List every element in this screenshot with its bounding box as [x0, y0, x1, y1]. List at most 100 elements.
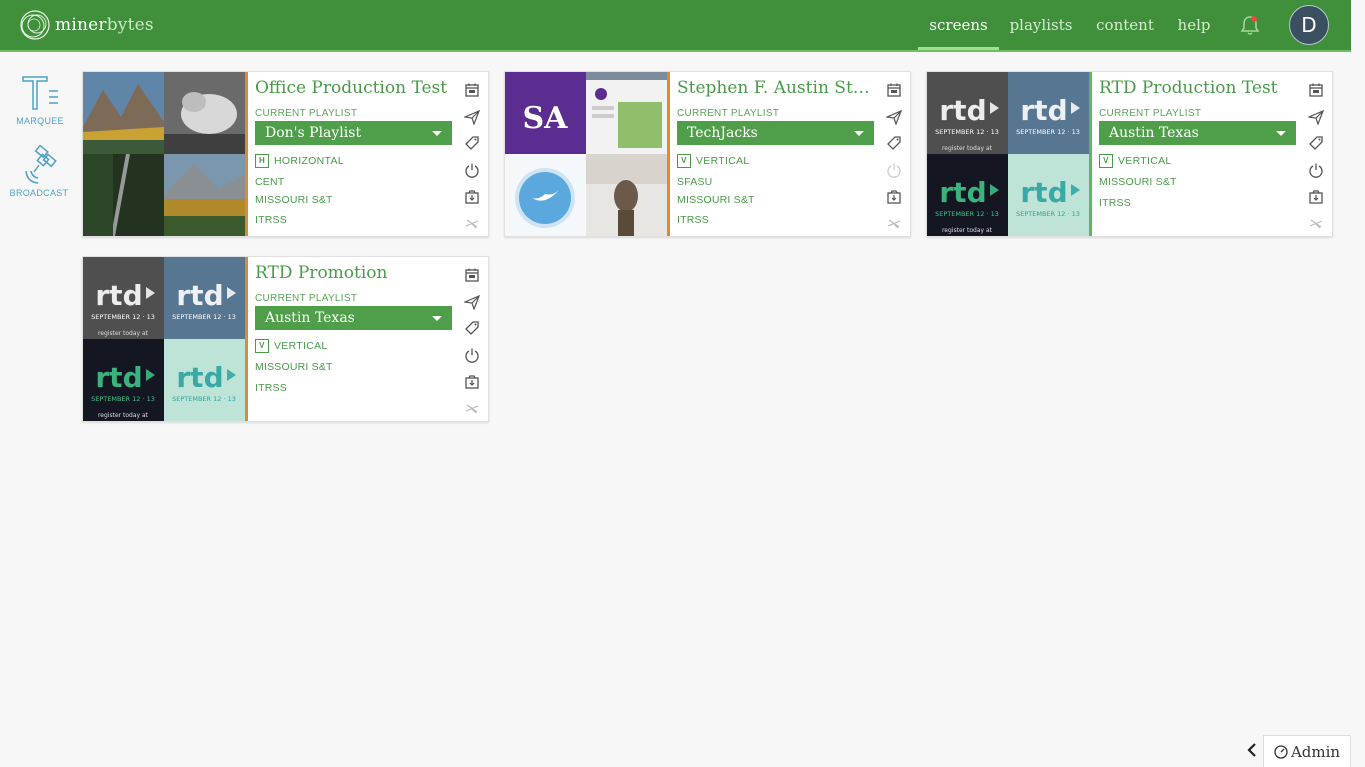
content-thumbnail	[505, 154, 586, 236]
send-paper-plane-icon[interactable]	[886, 109, 902, 125]
screen-title[interactable]: Office Production Test	[255, 78, 455, 98]
tag-icon[interactable]	[886, 135, 902, 151]
sidebar-marquee-label: MARQUEE	[16, 116, 64, 126]
svg-text:SEPTEMBER 12 · 13: SEPTEMBER 12 · 13	[1016, 128, 1080, 136]
mute-disabled-icon[interactable]	[1308, 215, 1324, 231]
content-thumbnail: rtd SEPTEMBER 12 · 13 register today at	[927, 154, 1008, 236]
screen-title[interactable]: RTD Promotion	[255, 263, 455, 283]
power-icon[interactable]	[464, 162, 480, 178]
orientation-label: HORIZONTAL	[274, 155, 344, 167]
screen-title[interactable]: RTD Production Test	[1099, 78, 1299, 98]
svg-text:rtd: rtd	[939, 94, 986, 127]
svg-text:SEPTEMBER 12 · 13: SEPTEMBER 12 · 13	[172, 395, 236, 403]
screen-preview-thumbnails[interactable]: rtd SEPTEMBER 12 · 13 register today at r…	[927, 72, 1089, 236]
screen-tag[interactable]: MISSOURI S&T	[255, 194, 333, 206]
screen-tag[interactable]: ITRSS	[255, 382, 287, 394]
tag-icon[interactable]	[464, 135, 480, 151]
caret-down-icon	[1276, 131, 1286, 136]
screenshot-download-icon[interactable]	[1308, 189, 1324, 205]
screen-tag[interactable]: ITRSS	[255, 214, 287, 226]
calendar-schedule-icon[interactable]	[886, 82, 902, 98]
screen-preview-thumbnails[interactable]	[83, 72, 245, 236]
power-icon[interactable]	[1308, 162, 1324, 178]
dashboard-gauge-icon	[1274, 744, 1288, 759]
calendar-schedule-icon[interactable]	[464, 82, 480, 98]
svg-text:rtd: rtd	[176, 279, 223, 312]
tag-icon[interactable]	[464, 320, 480, 336]
nav-playlists[interactable]: playlists	[1006, 0, 1076, 50]
status-accent-bar	[1089, 72, 1092, 236]
screen-tag[interactable]: MISSOURI S&T	[1099, 176, 1177, 188]
send-paper-plane-icon[interactable]	[464, 294, 480, 310]
screen-preview-thumbnails[interactable]: rtd SEPTEMBER 12 · 13 register today at r…	[83, 257, 245, 421]
screen-preview-thumbnails[interactable]: SA	[505, 72, 667, 236]
sidebar-marquee[interactable]: MARQUEE	[10, 73, 70, 126]
svg-text:SEPTEMBER 12 · 13: SEPTEMBER 12 · 13	[172, 313, 236, 321]
orientation-indicator: V VERTICAL	[1099, 154, 1172, 168]
nav-help[interactable]: help	[1173, 0, 1215, 50]
screen-tag[interactable]: SFASU	[677, 176, 712, 188]
screen-card[interactable]: SA Stephen F. Austin Sta... CURRENT PLAY…	[504, 71, 911, 237]
screenshot-download-icon[interactable]	[464, 374, 480, 390]
current-playlist-label: CURRENT PLAYLIST	[677, 108, 780, 119]
screen-card[interactable]: rtd SEPTEMBER 12 · 13 register today at r…	[82, 256, 489, 422]
screen-title[interactable]: Stephen F. Austin Sta...	[677, 78, 877, 98]
screen-card-body: RTD Production Test CURRENT PLAYLIST Aus…	[1099, 72, 1299, 236]
screen-card-body: Stephen F. Austin Sta... CURRENT PLAYLIS…	[677, 72, 877, 236]
notification-dot	[1251, 16, 1257, 22]
content-thumbnail	[164, 154, 245, 236]
playlist-dropdown[interactable]: Don's Playlist	[255, 121, 452, 145]
svg-text:register today at: register today at	[98, 412, 149, 419]
mute-disabled-icon[interactable]	[886, 215, 902, 231]
content-thumbnail: rtd SEPTEMBER 12 · 13	[164, 257, 245, 339]
content-thumbnail: rtd SEPTEMBER 12 · 13	[164, 339, 245, 421]
mute-disabled-icon[interactable]	[464, 215, 480, 231]
calendar-schedule-icon[interactable]	[464, 267, 480, 283]
screen-tag[interactable]: MISSOURI S&T	[255, 361, 333, 373]
screen-tag[interactable]: ITRSS	[1099, 197, 1131, 209]
nav-content[interactable]: content	[1092, 0, 1158, 50]
sidebar-broadcast[interactable]: BROADCAST	[9, 145, 69, 198]
playlist-dropdown[interactable]: Austin Texas	[1099, 121, 1296, 145]
send-paper-plane-icon[interactable]	[1308, 109, 1324, 125]
power-icon[interactable]	[886, 162, 902, 178]
svg-text:rtd: rtd	[176, 361, 223, 394]
orientation-badge: V	[255, 339, 269, 353]
notification-bell-icon[interactable]	[1239, 14, 1261, 36]
admin-button[interactable]: Admin	[1263, 735, 1351, 767]
svg-text:rtd: rtd	[1020, 176, 1067, 209]
tag-icon[interactable]	[1308, 135, 1324, 151]
svg-text:SA: SA	[523, 101, 569, 136]
svg-text:SEPTEMBER 12 · 13: SEPTEMBER 12 · 13	[91, 395, 155, 403]
brand-logo[interactable]: minerbytes	[18, 8, 154, 42]
send-paper-plane-icon[interactable]	[464, 109, 480, 125]
screen-tag[interactable]: MISSOURI S&T	[677, 194, 755, 206]
screenshot-download-icon[interactable]	[886, 189, 902, 205]
collapse-panel-chevron-left-icon[interactable]	[1245, 741, 1259, 759]
playlist-dropdown[interactable]: Austin Texas	[255, 306, 452, 330]
orientation-label: VERTICAL	[696, 155, 750, 167]
svg-text:rtd: rtd	[95, 279, 142, 312]
screen-tag[interactable]: ITRSS	[677, 214, 709, 226]
top-navbar: minerbytes screens playlists content hel…	[0, 0, 1351, 52]
user-avatar[interactable]: D	[1289, 5, 1329, 45]
content-thumbnail	[83, 154, 164, 236]
content-thumbnail	[586, 72, 667, 154]
screenshot-download-icon[interactable]	[464, 189, 480, 205]
content-thumbnail: rtd SEPTEMBER 12 · 13 register today at	[83, 257, 164, 339]
status-accent-bar	[667, 72, 670, 236]
admin-button-label: Admin	[1290, 742, 1341, 761]
screen-card[interactable]: rtd SEPTEMBER 12 · 13 register today at r…	[926, 71, 1333, 237]
mute-disabled-icon[interactable]	[464, 400, 480, 416]
status-accent-bar	[245, 257, 248, 421]
power-icon[interactable]	[464, 347, 480, 363]
nav-screens[interactable]: screens	[918, 0, 999, 50]
brand-name: minerbytes	[55, 15, 154, 35]
screen-card[interactable]: Office Production Test CURRENT PLAYLIST …	[82, 71, 489, 237]
content-thumbnail: rtd SEPTEMBER 12 · 13 register today at	[927, 72, 1008, 154]
playlist-dropdown-value: Don's Playlist	[265, 125, 362, 141]
playlist-dropdown[interactable]: TechJacks	[677, 121, 874, 145]
screen-tag[interactable]: CENT	[255, 176, 284, 188]
calendar-schedule-icon[interactable]	[1308, 82, 1324, 98]
content-thumbnail: rtd SEPTEMBER 12 · 13	[1008, 72, 1089, 154]
